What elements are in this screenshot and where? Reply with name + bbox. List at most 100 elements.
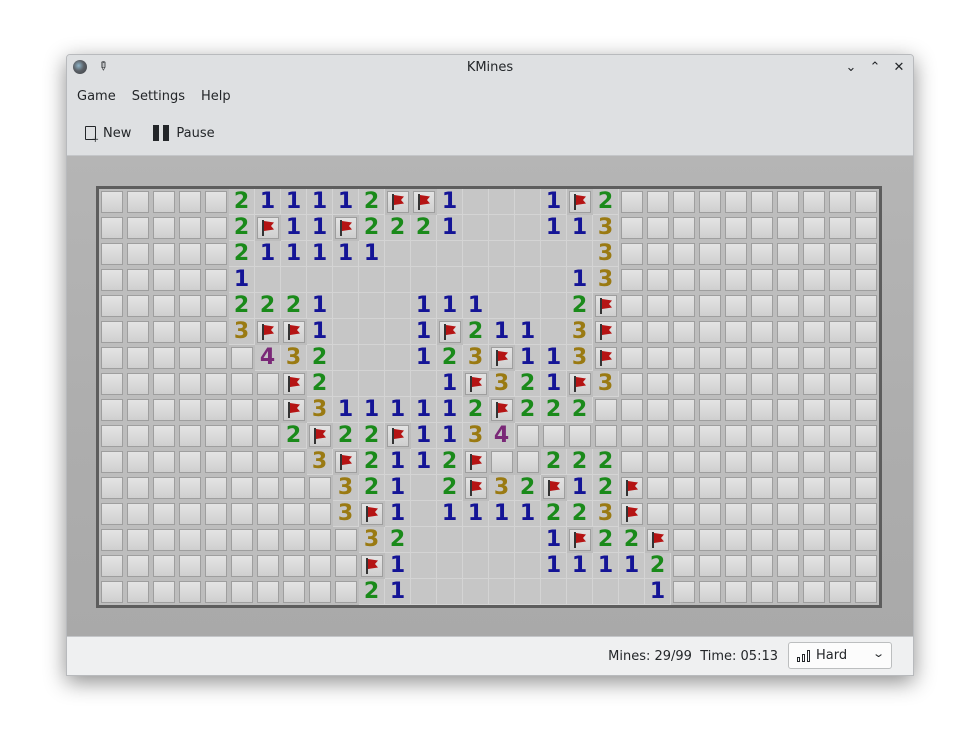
- cell-hidden[interactable]: [151, 475, 177, 501]
- cell-hidden[interactable]: [853, 475, 879, 501]
- cell-hidden[interactable]: [229, 527, 255, 553]
- cell-number[interactable]: 1: [541, 189, 567, 215]
- cell-hidden[interactable]: [801, 501, 827, 527]
- cell-hidden[interactable]: [281, 501, 307, 527]
- cell-number[interactable]: 2: [515, 371, 541, 397]
- cell-hidden[interactable]: [151, 527, 177, 553]
- cell-hidden[interactable]: [125, 345, 151, 371]
- cell-flagged[interactable]: [281, 371, 307, 397]
- cell-empty[interactable]: [515, 241, 541, 267]
- cell-hidden[interactable]: [697, 475, 723, 501]
- cell-number[interactable]: 2: [567, 449, 593, 475]
- cell-hidden[interactable]: [697, 189, 723, 215]
- cell-hidden[interactable]: [723, 579, 749, 605]
- cell-hidden[interactable]: [203, 215, 229, 241]
- cell-hidden[interactable]: [697, 501, 723, 527]
- cell-hidden[interactable]: [723, 293, 749, 319]
- cell-number[interactable]: 2: [515, 475, 541, 501]
- cell-hidden[interactable]: [749, 189, 775, 215]
- cell-empty[interactable]: [463, 527, 489, 553]
- cell-hidden[interactable]: [801, 527, 827, 553]
- cell-number[interactable]: 3: [593, 501, 619, 527]
- cell-number[interactable]: 2: [359, 189, 385, 215]
- cell-hidden[interactable]: [749, 579, 775, 605]
- cell-empty[interactable]: [333, 371, 359, 397]
- cell-hidden[interactable]: [99, 241, 125, 267]
- cell-hidden[interactable]: [255, 423, 281, 449]
- cell-number[interactable]: 3: [229, 319, 255, 345]
- cell-number[interactable]: 1: [307, 189, 333, 215]
- cell-hidden[interactable]: [853, 527, 879, 553]
- cell-hidden[interactable]: [203, 527, 229, 553]
- cell-hidden[interactable]: [203, 241, 229, 267]
- cell-empty[interactable]: [437, 579, 463, 605]
- cell-hidden[interactable]: [671, 215, 697, 241]
- cell-hidden[interactable]: [255, 579, 281, 605]
- cell-hidden[interactable]: [645, 423, 671, 449]
- cell-hidden[interactable]: [671, 319, 697, 345]
- cell-number[interactable]: 3: [307, 397, 333, 423]
- cell-hidden[interactable]: [333, 527, 359, 553]
- cell-hidden[interactable]: [151, 371, 177, 397]
- cell-empty[interactable]: [593, 579, 619, 605]
- cell-hidden[interactable]: [801, 579, 827, 605]
- cell-number[interactable]: 1: [333, 241, 359, 267]
- cell-hidden[interactable]: [229, 397, 255, 423]
- cell-hidden[interactable]: [125, 423, 151, 449]
- cell-flagged[interactable]: [385, 423, 411, 449]
- cell-hidden[interactable]: [125, 267, 151, 293]
- cell-hidden[interactable]: [99, 371, 125, 397]
- cell-hidden[interactable]: [697, 423, 723, 449]
- cell-number[interactable]: 2: [411, 215, 437, 241]
- cell-empty[interactable]: [333, 293, 359, 319]
- cell-empty[interactable]: [463, 267, 489, 293]
- cell-hidden[interactable]: [177, 475, 203, 501]
- cell-empty[interactable]: [359, 293, 385, 319]
- cell-hidden[interactable]: [697, 579, 723, 605]
- cell-flagged[interactable]: [593, 319, 619, 345]
- cell-hidden[interactable]: [229, 579, 255, 605]
- cell-hidden[interactable]: [333, 579, 359, 605]
- cell-hidden[interactable]: [203, 267, 229, 293]
- cell-hidden[interactable]: [125, 189, 151, 215]
- cell-hidden[interactable]: [853, 579, 879, 605]
- menu-game[interactable]: Game: [69, 89, 124, 104]
- cell-hidden[interactable]: [619, 423, 645, 449]
- cell-number[interactable]: 1: [411, 345, 437, 371]
- cell-number[interactable]: 1: [411, 423, 437, 449]
- cell-hidden[interactable]: [775, 475, 801, 501]
- cell-hidden[interactable]: [307, 553, 333, 579]
- cell-flagged[interactable]: [463, 475, 489, 501]
- cell-number[interactable]: 1: [437, 423, 463, 449]
- cell-hidden[interactable]: [619, 449, 645, 475]
- cell-empty[interactable]: [463, 189, 489, 215]
- cell-number[interactable]: 2: [281, 293, 307, 319]
- cell-number[interactable]: 2: [359, 215, 385, 241]
- cell-empty[interactable]: [385, 345, 411, 371]
- cell-hidden[interactable]: [151, 449, 177, 475]
- cell-hidden[interactable]: [515, 449, 541, 475]
- cell-hidden[interactable]: [203, 319, 229, 345]
- cell-empty[interactable]: [515, 579, 541, 605]
- cell-hidden[interactable]: [99, 553, 125, 579]
- cell-hidden[interactable]: [749, 553, 775, 579]
- cell-hidden[interactable]: [203, 371, 229, 397]
- cell-hidden[interactable]: [827, 241, 853, 267]
- cell-hidden[interactable]: [645, 501, 671, 527]
- cell-empty[interactable]: [463, 241, 489, 267]
- cell-empty[interactable]: [567, 579, 593, 605]
- cell-hidden[interactable]: [671, 475, 697, 501]
- cell-number[interactable]: 1: [515, 501, 541, 527]
- cell-hidden[interactable]: [749, 371, 775, 397]
- cell-hidden[interactable]: [99, 189, 125, 215]
- cell-hidden[interactable]: [151, 293, 177, 319]
- cell-hidden[interactable]: [697, 527, 723, 553]
- cell-hidden[interactable]: [151, 189, 177, 215]
- cell-hidden[interactable]: [801, 397, 827, 423]
- cell-number[interactable]: 1: [255, 241, 281, 267]
- cell-hidden[interactable]: [177, 371, 203, 397]
- cell-hidden[interactable]: [775, 423, 801, 449]
- cell-number[interactable]: 1: [567, 553, 593, 579]
- cell-empty[interactable]: [385, 319, 411, 345]
- cell-empty[interactable]: [385, 267, 411, 293]
